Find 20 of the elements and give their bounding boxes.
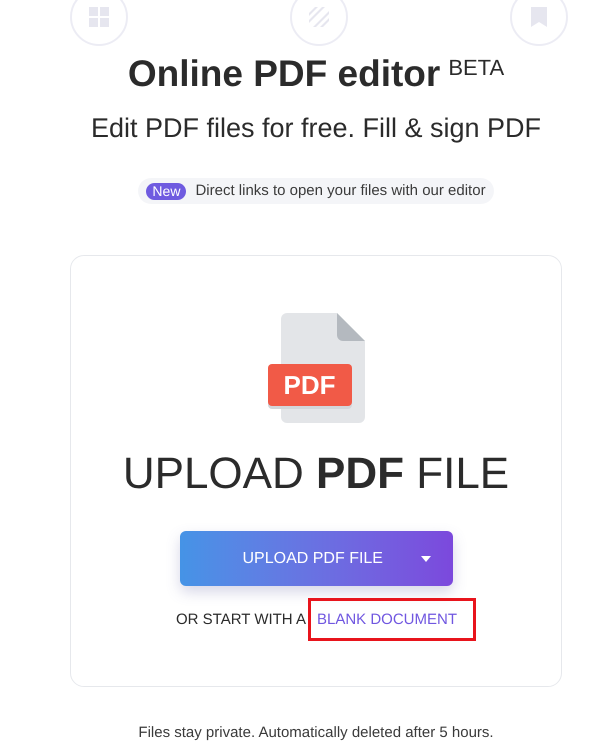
page-title: Online PDF editor xyxy=(128,52,440,96)
privacy-note: Files stay private. Automatically deleted after 5 hours. xyxy=(138,723,494,743)
beta-label: BETA xyxy=(448,55,504,81)
grid-icon xyxy=(89,7,109,27)
start-with-text: OR START WITH A xyxy=(176,610,306,628)
bookmark-tool-button[interactable] xyxy=(510,0,568,46)
upload-heading: UPLOAD PDF FILE xyxy=(122,448,510,500)
upload-button-label: UPLOAD PDF FILE xyxy=(242,548,383,568)
bookmark-icon xyxy=(531,7,547,27)
announcement-text: Direct links to open your files with our editor xyxy=(195,182,486,200)
caret-down-icon xyxy=(420,556,430,562)
blank-document-link[interactable]: BLANK DOCUMENT xyxy=(316,610,458,628)
upload-pdf-button[interactable]: UPLOAD PDF FILE xyxy=(180,531,452,586)
announcement-pill[interactable]: New Direct links to open your files with our editor xyxy=(138,178,494,204)
pattern-tool-button[interactable] xyxy=(290,0,348,46)
diagonal-stripes-icon xyxy=(309,7,329,27)
new-badge: New xyxy=(146,182,186,200)
page-subtitle: Edit PDF files for free. Fill & sign PDF xyxy=(90,112,542,144)
grid-tool-button[interactable] xyxy=(70,0,128,46)
file-type-badge: PDF xyxy=(268,364,352,406)
